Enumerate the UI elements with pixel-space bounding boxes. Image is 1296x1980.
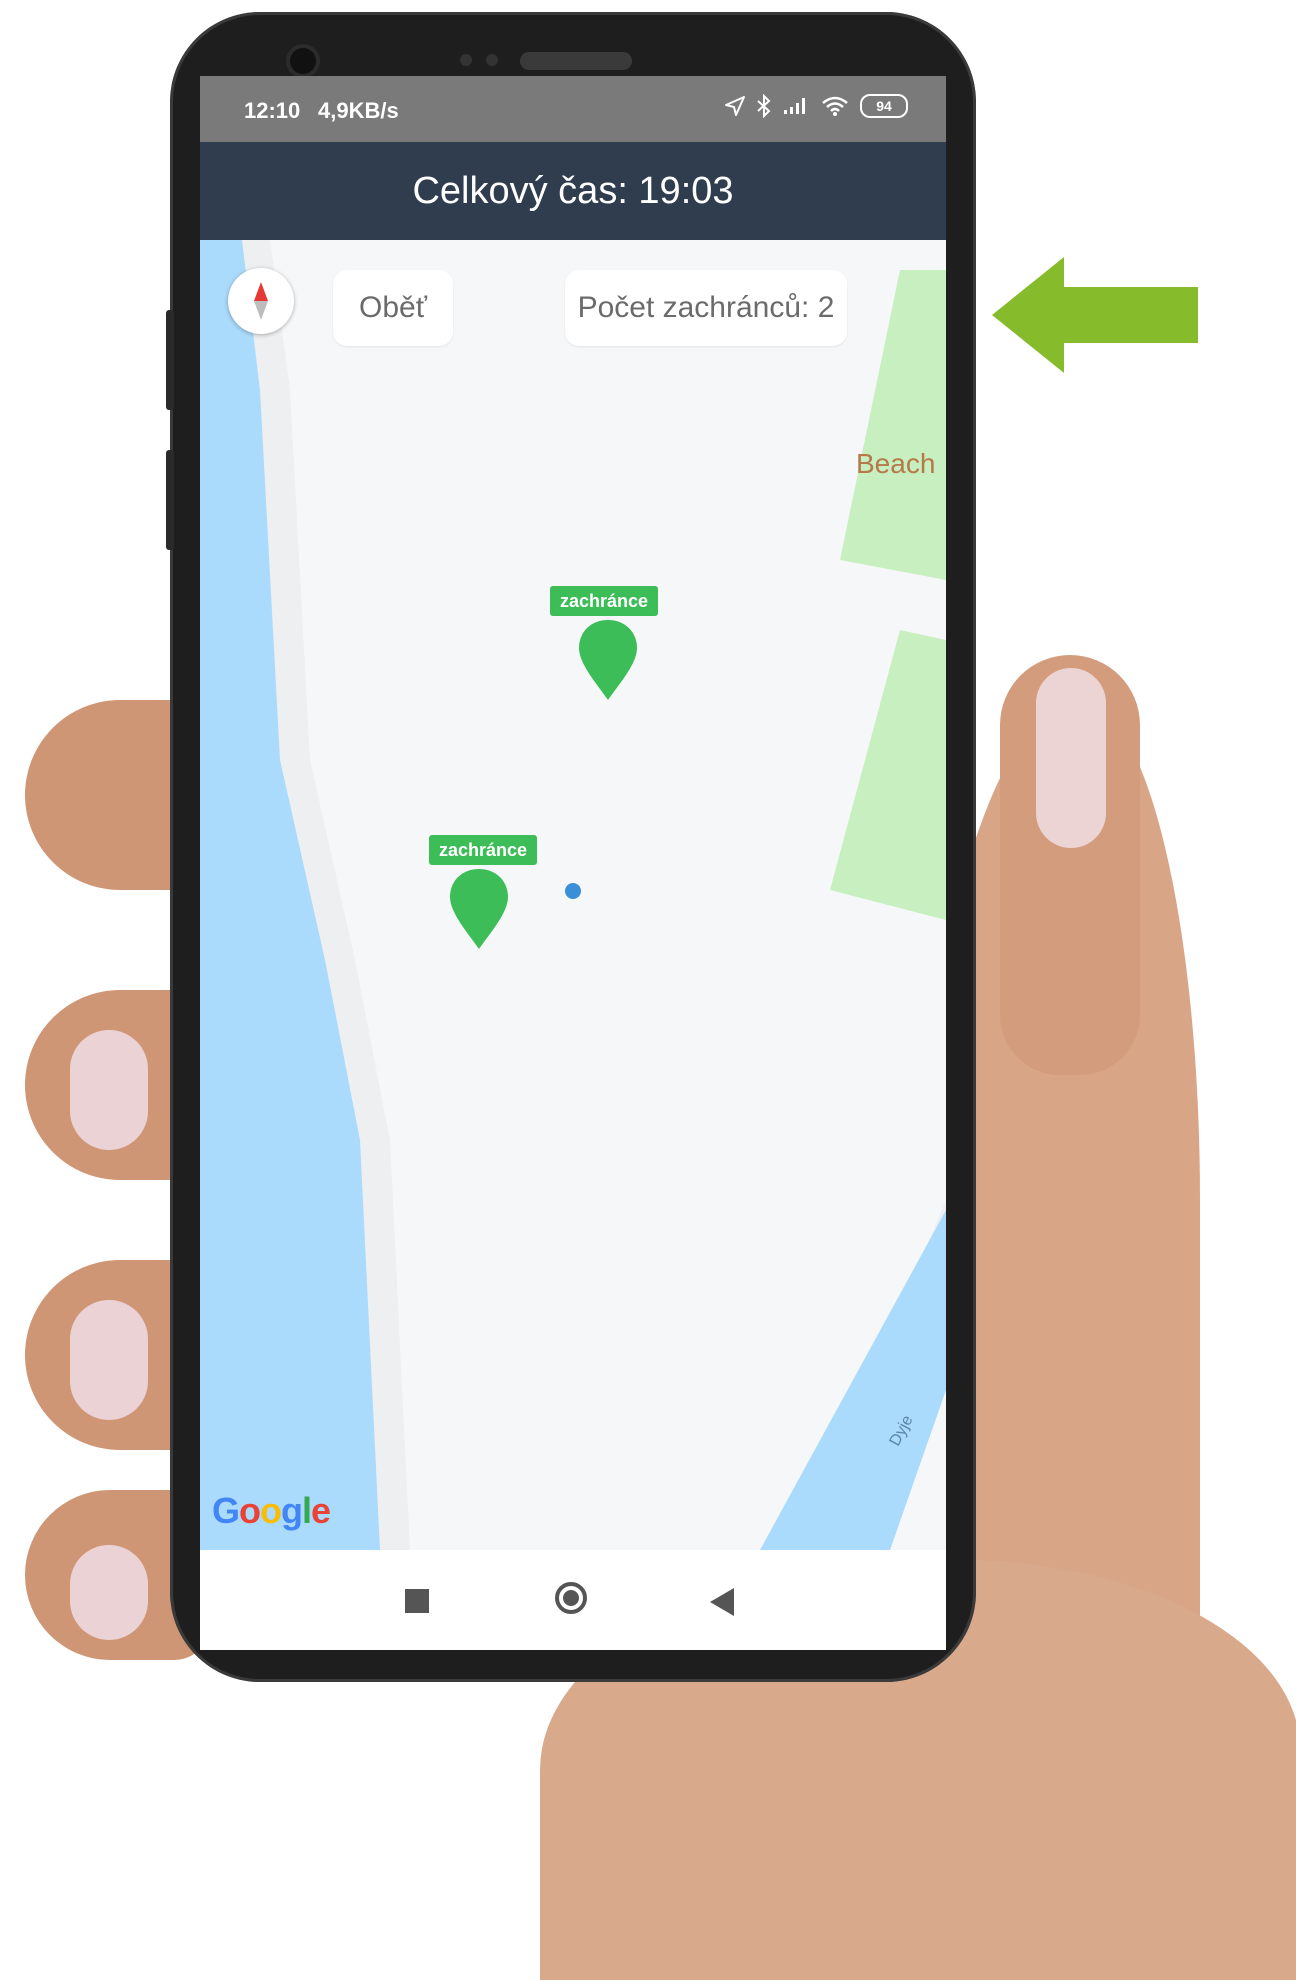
power-button: [166, 450, 174, 550]
back-button[interactable]: [710, 1588, 734, 1616]
google-logo-letter: o: [239, 1490, 261, 1531]
marker-label: zachránce: [550, 586, 659, 616]
google-logo-letter: o: [260, 1490, 282, 1531]
park-area: [840, 270, 946, 580]
compass-icon: [254, 282, 268, 320]
header-bar: Celkový čas: 19:03: [200, 142, 946, 240]
network-speed: 4,9KB/s: [318, 98, 399, 123]
finger-nail: [70, 1300, 148, 1420]
signal-icon: [784, 98, 805, 114]
status-bar: 12:10 4,9KB/s 94: [200, 76, 946, 142]
volume-button: [166, 310, 174, 410]
home-button[interactable]: [555, 1582, 587, 1614]
phone-screen: 12:10 4,9KB/s 94 Celkový čas: 19:03 Oběť…: [200, 76, 946, 1650]
rescuer-count-badge: Počet zachránců: 2: [565, 270, 847, 346]
google-logo-letter: G: [212, 1490, 240, 1531]
google-logo-letter: l: [302, 1490, 312, 1531]
park-area: [830, 630, 946, 920]
finger-nail: [70, 1030, 148, 1150]
earpiece-speaker: [520, 52, 632, 70]
compass-button[interactable]: [228, 268, 294, 334]
bluetooth-icon: [757, 94, 771, 118]
google-logo-letter: g: [281, 1490, 303, 1531]
my-location-dot: [565, 883, 581, 899]
place-label-beach: Beach: [856, 448, 936, 479]
location-arrow-icon: [725, 96, 745, 116]
navigation-bar: [200, 1550, 946, 1650]
victim-button[interactable]: Oběť: [333, 270, 453, 346]
rescuer-marker-pin[interactable]: [448, 867, 510, 951]
map-view[interactable]: Oběť Počet zachránců: 2 Beach zachránce …: [200, 240, 946, 1550]
finger-nail: [70, 1545, 148, 1640]
annotation-arrow-icon: [992, 257, 1198, 373]
marker-label: zachránce: [429, 835, 538, 865]
status-time: 12:10: [244, 98, 301, 123]
front-camera: [290, 48, 316, 74]
proximity-sensor: [460, 54, 472, 66]
recent-apps-button[interactable]: [405, 1589, 429, 1613]
status-icons: 94: [724, 94, 908, 118]
river-water: [760, 1210, 946, 1550]
thumb-nail: [1036, 668, 1106, 848]
battery-indicator: 94: [860, 94, 908, 118]
rescuer-marker-pin[interactable]: [577, 618, 639, 702]
google-logo: Google: [212, 1490, 331, 1532]
google-logo-letter: e: [311, 1490, 331, 1531]
victim-button-label: Oběť: [359, 291, 427, 324]
wifi-icon: [822, 96, 848, 116]
page-title: Celkový čas: 19:03: [412, 169, 734, 212]
light-sensor: [486, 54, 498, 66]
rescuer-count-label: Počet zachránců: 2: [577, 291, 835, 324]
